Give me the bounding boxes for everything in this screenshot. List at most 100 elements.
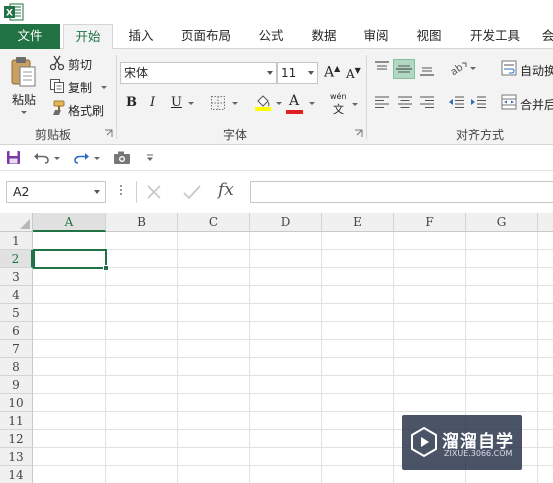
cut-button[interactable]: 剪切 [68, 56, 92, 73]
column-header[interactable]: F [394, 213, 466, 232]
row-header[interactable]: 11 [0, 412, 33, 430]
fill-handle[interactable] [103, 265, 109, 271]
tab-view[interactable]: 视图 [406, 24, 452, 49]
camera-icon[interactable] [113, 150, 131, 165]
excel-logo-icon[interactable]: X [4, 3, 24, 21]
formula-bar-grip[interactable] [120, 185, 123, 199]
phonetic-dropdown-icon[interactable] [352, 103, 358, 106]
fill-color-icon[interactable] [254, 93, 272, 111]
column-header[interactable]: B [106, 213, 178, 232]
redo-dropdown-icon[interactable] [94, 157, 100, 160]
redo-icon[interactable] [74, 150, 90, 164]
borders-icon[interactable] [210, 95, 226, 111]
alignment-group-label: 对齐方式 [455, 128, 504, 142]
row-header[interactable]: 10 [0, 394, 33, 412]
paste-button[interactable]: 粘贴 [12, 91, 36, 108]
customize-qat-icon[interactable] [146, 154, 154, 162]
enter-check-icon[interactable] [182, 183, 202, 201]
merge-center-icon[interactable] [501, 94, 517, 110]
row-header[interactable]: 9 [0, 376, 33, 394]
align-right-icon[interactable] [418, 94, 436, 110]
font-name-combo[interactable]: 宋体 [120, 62, 277, 84]
font-color-button[interactable]: A [289, 93, 299, 109]
formula-input[interactable] [250, 181, 553, 203]
font-name-value: 宋体 [124, 66, 149, 80]
undo-icon[interactable] [33, 150, 49, 164]
row-header[interactable]: 14 [0, 466, 33, 483]
align-bottom-icon[interactable] [418, 60, 436, 76]
decrease-indent-icon[interactable] [447, 94, 465, 110]
paste-icon[interactable] [10, 56, 38, 88]
cancel-icon[interactable] [145, 183, 163, 201]
row-header[interactable]: 7 [0, 340, 33, 358]
tab-insert[interactable]: 插入 [118, 24, 164, 49]
italic-button[interactable]: I [150, 95, 155, 110]
orientation-dropdown-icon[interactable] [470, 67, 476, 70]
borders-dropdown-icon[interactable] [232, 102, 238, 105]
fill-color-dropdown-icon[interactable] [276, 102, 282, 105]
font-size-value: 11 [281, 66, 297, 80]
row-header[interactable]: 2 [0, 250, 33, 268]
copy-dropdown-icon[interactable] [101, 86, 107, 89]
tab-home[interactable]: 开始 [63, 24, 113, 50]
insert-function-button[interactable]: fx [218, 180, 234, 200]
bold-button[interactable]: B [126, 95, 137, 110]
row-header[interactable]: 5 [0, 304, 33, 322]
ribbon-tab-bar: 文件 开始 插入 页面布局 公式 数据 审阅 视图 开发工具 会 [0, 24, 553, 50]
grow-font-button[interactable]: A▲ [324, 64, 340, 81]
row-header[interactable]: 13 [0, 448, 33, 466]
copy-icon[interactable] [49, 78, 65, 94]
group-separator [116, 55, 117, 139]
row-header[interactable]: 8 [0, 358, 33, 376]
tab-developer[interactable]: 开发工具 [462, 24, 528, 49]
column-header[interactable]: D [250, 213, 322, 232]
merge-center-button[interactable]: 合并后 [520, 96, 553, 113]
undo-dropdown-icon[interactable] [54, 157, 60, 160]
column-header[interactable] [538, 213, 553, 232]
tab-review[interactable]: 审阅 [353, 24, 399, 49]
select-all-icon [20, 219, 30, 229]
scissors-icon[interactable] [49, 55, 65, 71]
column-header[interactable]: C [178, 213, 250, 232]
font-size-combo[interactable]: 11 [277, 62, 318, 84]
increase-indent-icon[interactable] [469, 94, 487, 110]
tab-file[interactable]: 文件 [0, 24, 60, 49]
format-painter-icon[interactable] [49, 100, 65, 116]
copy-button[interactable]: 复制 [68, 79, 92, 96]
row-header[interactable]: 4 [0, 286, 33, 304]
tab-more[interactable]: 会 [538, 24, 553, 49]
underline-button[interactable]: U [171, 95, 182, 110]
active-cell[interactable] [33, 249, 107, 269]
align-middle-button[interactable] [393, 59, 415, 79]
save-icon[interactable] [6, 150, 21, 165]
tab-data[interactable]: 数据 [301, 24, 347, 49]
font-launcher-icon[interactable] [354, 129, 363, 138]
row-header[interactable]: 6 [0, 322, 33, 340]
column-header[interactable]: A [33, 213, 106, 232]
name-box[interactable]: A2 [6, 181, 106, 203]
formula-separator [136, 181, 137, 203]
wrap-text-icon[interactable] [501, 60, 517, 76]
select-all-button[interactable] [0, 213, 33, 232]
align-left-icon[interactable] [373, 94, 391, 110]
underline-dropdown-icon[interactable] [188, 102, 194, 105]
phonetic-button[interactable]: wén [330, 92, 347, 101]
row-header[interactable]: 12 [0, 430, 33, 448]
orientation-icon[interactable]: ab [448, 60, 468, 76]
align-center-icon[interactable] [396, 94, 414, 110]
font-color-dropdown-icon[interactable] [309, 102, 315, 105]
wrap-text-button[interactable]: 自动换 [520, 62, 553, 79]
row-header[interactable]: 3 [0, 268, 33, 286]
paste-dropdown-icon[interactable] [21, 111, 27, 114]
format-painter-button[interactable]: 格式刷 [68, 102, 104, 119]
clipboard-launcher-icon[interactable] [104, 129, 113, 138]
column-header[interactable]: E [322, 213, 394, 232]
tab-formulas[interactable]: 公式 [248, 24, 294, 49]
shrink-font-button[interactable]: A▼ [346, 66, 361, 81]
ribbon: 粘贴 剪切 复制 格式刷 剪贴板 宋体 11 A▲ A▼ B I U A wén… [0, 49, 553, 145]
row-header[interactable]: 1 [0, 232, 33, 250]
column-header[interactable]: G [466, 213, 538, 232]
align-top-icon[interactable] [373, 60, 391, 76]
tab-page-layout[interactable]: 页面布局 [173, 24, 239, 49]
align-middle-icon [396, 65, 412, 73]
